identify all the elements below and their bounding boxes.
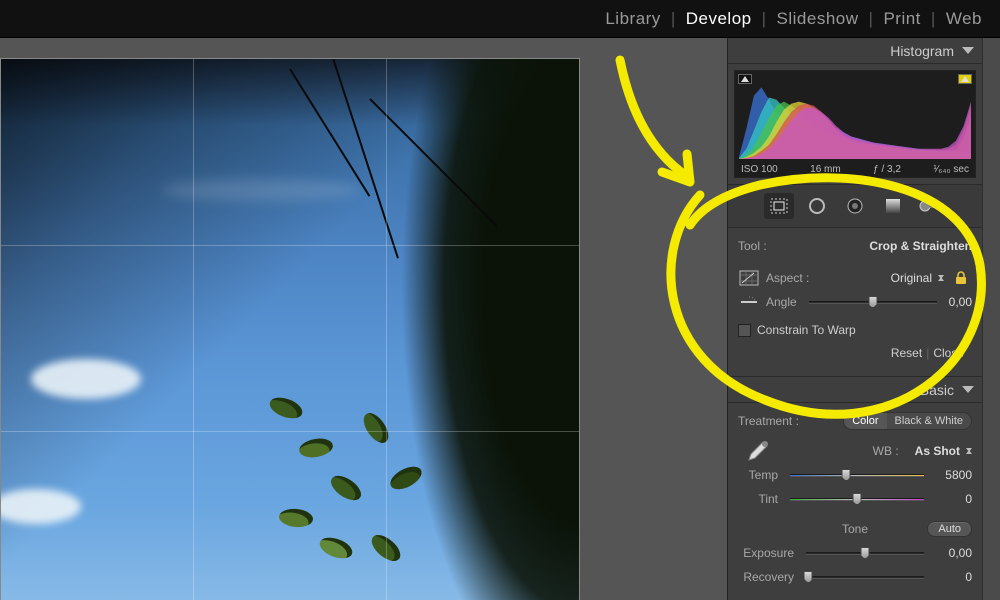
image-canvas-area	[0, 38, 727, 600]
recovery-value: 0	[936, 570, 972, 584]
treatment-label: Treatment :	[738, 414, 799, 428]
module-print[interactable]: Print	[877, 9, 926, 29]
crop-tool-button[interactable]	[764, 193, 794, 219]
angle-slider[interactable]	[809, 295, 937, 309]
exif-shutter: ¹⁄₆₄₀ sec	[931, 164, 971, 175]
tint-label: Tint	[738, 492, 778, 506]
exposure-label: Exposure	[738, 546, 794, 560]
basic-title: Basic	[920, 382, 954, 398]
wb-label: WB :	[873, 444, 899, 458]
exif-aperture: ƒ / 3,2	[871, 164, 903, 175]
basic-panel-header[interactable]: Basic	[728, 377, 982, 403]
treatment-color[interactable]: Color	[844, 413, 886, 429]
aspect-label: Aspect :	[766, 271, 809, 285]
panel-scrollbar[interactable]	[982, 38, 1000, 600]
constrain-warp-checkbox[interactable]	[738, 324, 751, 337]
temp-slider[interactable]	[790, 468, 924, 482]
chevron-down-icon	[962, 386, 974, 393]
aspect-dropdown[interactable]: Original	[891, 271, 944, 285]
graduated-filter-tool-button[interactable]	[878, 193, 908, 219]
tone-section-label: Tone	[842, 522, 868, 536]
module-sep: |	[667, 9, 680, 29]
tint-value: 0	[936, 492, 972, 506]
lock-icon[interactable]	[950, 269, 972, 287]
angle-icon	[738, 293, 760, 311]
tint-slider[interactable]	[790, 492, 924, 506]
module-sep: |	[865, 9, 878, 29]
constrain-warp-label: Constrain To Warp	[757, 323, 856, 337]
module-library[interactable]: Library	[599, 9, 666, 29]
crop-close-button[interactable]: Close	[933, 346, 964, 360]
crop-reset-button[interactable]: Reset	[891, 346, 922, 360]
tool-name: Crop & Straighten	[869, 239, 972, 253]
crop-handle-tr[interactable]	[563, 58, 580, 75]
develop-tool-strip	[728, 184, 982, 228]
chevron-down-icon	[962, 47, 974, 54]
crop-canvas[interactable]	[0, 58, 580, 600]
module-develop[interactable]: Develop	[680, 9, 758, 29]
white-balance-picker-icon[interactable]	[738, 436, 774, 466]
treatment-bw[interactable]: Black & White	[887, 413, 971, 429]
temp-value: 5800	[936, 468, 972, 482]
photo-preview	[1, 59, 579, 600]
recovery-label: Recovery	[738, 570, 794, 584]
recovery-slider[interactable]	[806, 570, 924, 584]
module-sep: |	[927, 9, 940, 29]
auto-tone-button[interactable]: Auto	[927, 521, 972, 537]
exif-iso: ISO 100	[739, 164, 780, 175]
angle-label: Angle	[766, 295, 797, 309]
adjustment-brush-tool-button[interactable]	[916, 193, 946, 219]
histogram-chart[interactable]: ISO 100 16 mm ƒ / 3,2 ¹⁄₆₄₀ sec	[734, 70, 976, 178]
spot-removal-tool-button[interactable]	[802, 193, 832, 219]
basic-panel: Treatment : Color Black & White WB : As …	[728, 403, 982, 597]
redeye-tool-button[interactable]	[840, 193, 870, 219]
module-sep: |	[758, 9, 771, 29]
module-picker: Library | Develop | Slideshow | Print | …	[0, 0, 1000, 38]
exposure-slider[interactable]	[806, 546, 924, 560]
crop-panel: Tool : Crop & Straighten Aspect : Origin…	[728, 228, 982, 377]
angle-value: 0,00	[949, 295, 972, 309]
histogram-panel-header[interactable]: Histogram	[728, 38, 982, 64]
aspect-icon	[738, 269, 760, 287]
histogram-title: Histogram	[890, 43, 954, 59]
tool-label: Tool :	[738, 239, 767, 253]
exif-focal: 16 mm	[808, 164, 843, 175]
wb-dropdown[interactable]: As Shot	[915, 444, 972, 458]
right-panel-column: Histogram ISO 100 16 mm ƒ / 3,2 ¹⁄₆₄₀ se…	[727, 38, 982, 600]
temp-label: Temp	[738, 468, 778, 482]
module-slideshow[interactable]: Slideshow	[771, 9, 865, 29]
exposure-value: 0,00	[936, 546, 972, 560]
module-web[interactable]: Web	[940, 9, 988, 29]
treatment-toggle[interactable]: Color Black & White	[843, 412, 972, 430]
crop-handle-tl[interactable]	[0, 58, 17, 75]
histogram-exif: ISO 100 16 mm ƒ / 3,2 ¹⁄₆₄₀ sec	[735, 164, 975, 175]
